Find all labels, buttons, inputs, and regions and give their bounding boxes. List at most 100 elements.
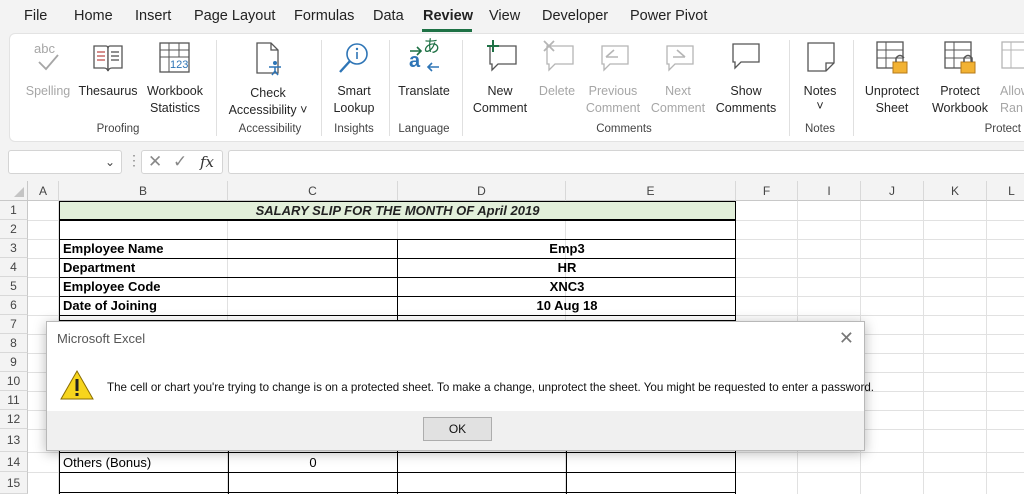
close-icon[interactable]: ✕ [839,328,854,349]
tab-page-layout[interactable]: Page Layout [194,8,275,24]
row-header-11[interactable]: 11 [0,391,28,410]
unprotect-sheet-label-2: Sheet [875,101,909,115]
others-bonus-value[interactable]: 0 [229,453,397,472]
row-header-3[interactable]: 3 [0,239,28,258]
column-header-d[interactable]: D [398,181,566,201]
allow-edit-ranges-label-2: Ran [1000,101,1023,115]
allow-edit-ranges-button[interactable]: Allow Ran [994,40,1024,120]
ok-button[interactable]: OK [423,417,492,441]
column-header-j[interactable]: J [861,181,924,201]
employee-code-label[interactable]: Employee Code [63,277,161,296]
insert-function-icon[interactable]: fx [200,153,214,171]
group-separator [216,40,217,136]
unprotect-sheet-button[interactable]: Unprotect Sheet [858,40,926,120]
warning-icon [60,369,94,400]
others-bonus-label[interactable]: Others (Bonus) [63,453,151,472]
row-header-7[interactable]: 7 [0,315,28,334]
show-comments-label-2: Comments [715,101,777,115]
department-value[interactable]: HR [398,258,736,277]
department-label[interactable]: Department [63,258,135,277]
thesaurus-label: Thesaurus [78,84,138,98]
tab-home[interactable]: Home [74,8,113,24]
salary-slip-title[interactable]: SALARY SLIP FOR THE MONTH OF April 2019 [59,201,736,220]
row-header-5[interactable]: 5 [0,277,28,296]
delete-comment-button[interactable]: Delete [534,40,580,120]
smart-lookup-icon [339,43,368,73]
row-header-8[interactable]: 8 [0,334,28,353]
column-header-i[interactable]: I [798,181,861,201]
tab-view[interactable]: View [489,8,520,24]
row-header-15[interactable]: 15 [0,472,28,494]
previous-comment-button[interactable]: Previous Comment [581,40,645,120]
gridline [923,201,924,494]
enter-check-icon[interactable]: ✓ [173,152,187,172]
name-box[interactable]: ⌄ [8,150,122,174]
row-header-12[interactable]: 12 [0,410,28,429]
row-header-13[interactable]: 13 [0,429,28,452]
employee-name-label[interactable]: Employee Name [63,239,163,258]
table-border [59,315,736,316]
new-comment-label-1: New [487,84,513,98]
tab-review[interactable]: Review [423,8,473,24]
smart-lookup-label-1: Smart [337,84,371,98]
ribbon: abc Spelling Thesaurus 123 Workbook Stat… [9,33,1024,142]
employee-name-value[interactable]: Emp3 [398,239,736,258]
smart-lookup-button[interactable]: Smart Lookup [326,40,382,120]
next-comment-label-2: Comment [650,101,706,115]
select-all-corner[interactable] [0,181,28,201]
translate-label: Translate [398,84,450,98]
workbook-statistics-button[interactable]: 123 Workbook Statistics [140,40,210,120]
group-label-proofing: Proofing [96,123,140,135]
column-header-b[interactable]: B [59,181,228,201]
row-header-10[interactable]: 10 [0,372,28,391]
protected-sheet-dialog: Microsoft Excel ✕ The cell or chart you'… [46,321,874,451]
new-comment-button[interactable]: New Comment [467,40,533,120]
row-header-9[interactable]: 9 [0,353,28,372]
show-comments-icon [732,43,760,70]
dialog-message: The cell or chart you're trying to chang… [107,381,875,394]
column-header-a[interactable]: A [28,181,59,201]
column-header-e[interactable]: E [566,181,736,201]
formula-bar-grip-icon[interactable]: ⋮ [127,152,141,169]
row-header-1[interactable]: 1 [0,201,28,220]
delete-comment-label: Delete [538,84,576,98]
row-header-4[interactable]: 4 [0,258,28,277]
spelling-button[interactable]: abc Spelling [20,40,76,120]
workbook-statistics-icon: 123 [159,42,191,74]
column-header-k[interactable]: K [924,181,987,201]
row-header-6[interactable]: 6 [0,296,28,315]
previous-comment-label-1: Previous [588,84,638,98]
delete-comment-icon [543,40,574,72]
employee-code-value[interactable]: XNC3 [398,277,736,296]
column-header-f[interactable]: F [736,181,798,201]
allow-edit-ranges-label-1: Allow [1000,84,1024,98]
translate-button[interactable]: あ a Translate [394,39,454,120]
show-comments-button[interactable]: Show Comments [711,40,781,120]
tab-file[interactable]: File [24,8,47,24]
notes-button[interactable]: Notes ˅ [794,40,846,120]
check-accessibility-button[interactable]: Check Accessibility ˅ [222,40,314,120]
formula-input[interactable] [228,150,1024,174]
cancel-icon[interactable]: ✕ [148,152,162,172]
date-of-joining-value[interactable]: 10 Aug 18 [398,296,736,315]
tab-developer[interactable]: Developer [542,8,608,24]
translate-icon: あ a [407,39,443,75]
group-separator [321,40,322,136]
row-header-14[interactable]: 14 [0,452,28,472]
group-label-insights: Insights [334,123,374,135]
column-header-l[interactable]: L [987,181,1024,201]
menu-bar: File Home Insert Page Layout Formulas Da… [0,0,1024,32]
chevron-down-icon[interactable]: ⌄ [105,155,115,169]
date-of-joining-label[interactable]: Date of Joining [63,296,157,315]
tab-power-pivot[interactable]: Power Pivot [630,8,707,24]
tab-data[interactable]: Data [373,8,404,24]
next-comment-button[interactable]: Next Comment [646,40,710,120]
thesaurus-button[interactable]: Thesaurus [77,40,139,120]
row-header-2[interactable]: 2 [0,220,28,239]
tab-insert[interactable]: Insert [135,8,171,24]
column-header-c[interactable]: C [228,181,398,201]
workbook-statistics-icon-text: 123 [170,59,189,71]
protect-workbook-button[interactable]: Protect Workbook [927,40,993,120]
group-separator [462,40,463,136]
tab-formulas[interactable]: Formulas [294,8,354,24]
